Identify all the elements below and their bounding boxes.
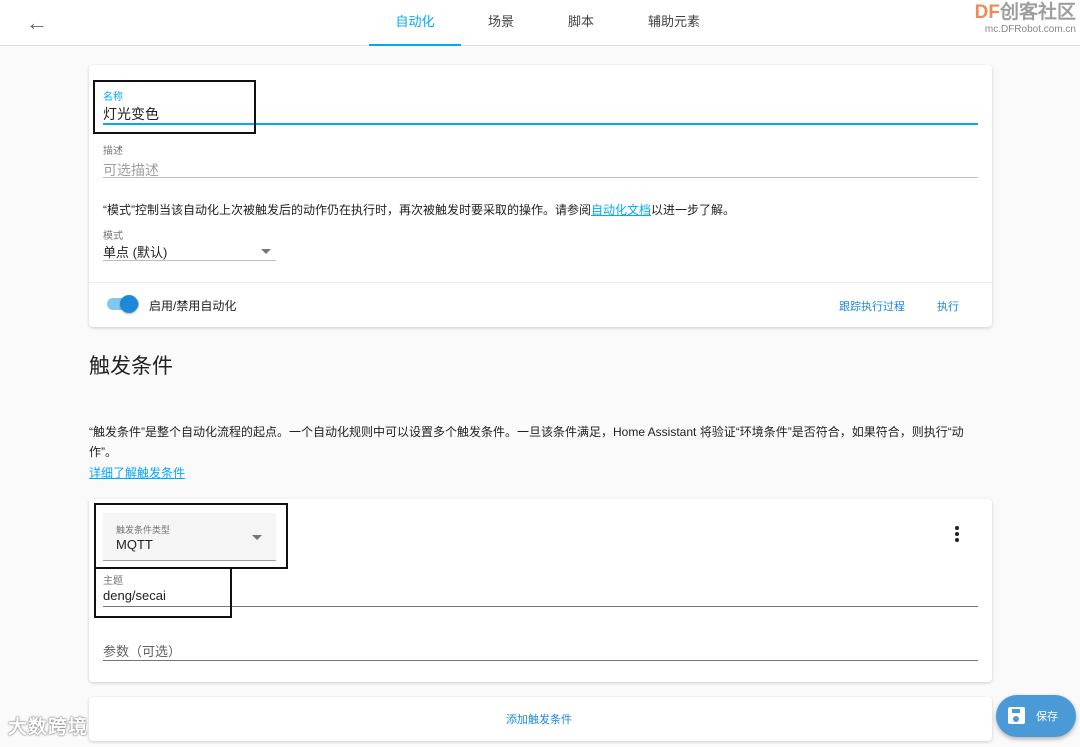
save-label: 保存: [1036, 711, 1058, 723]
add-trigger-card: 添加触发条件: [89, 697, 992, 741]
add-trigger-button[interactable]: 添加触发条件: [506, 711, 572, 727]
top-bar: ← 自动化 场景 脚本 辅助元素 DF创客社区 mc.DFRobot.com.c…: [0, 0, 1080, 46]
tab-scripts[interactable]: 脚本: [556, 0, 606, 46]
site-watermark: DF创客社区 mc.DFRobot.com.cn: [975, 2, 1076, 36]
highlight-box: [93, 80, 256, 134]
tab-helpers[interactable]: 辅助元素: [636, 0, 712, 46]
trace-button[interactable]: 跟踪执行过程: [839, 298, 905, 314]
tab-scenes[interactable]: 场景: [475, 0, 527, 46]
toggle-knob: [120, 295, 138, 313]
learn-more-link[interactable]: 详细了解触发条件: [89, 464, 185, 481]
triggers-description-line1: “触发条件”是整个自动化流程的起点。一个自动化规则中可以设置多个触发条件。一旦该…: [89, 425, 964, 439]
topic-underline: [103, 606, 978, 607]
triggers-description-line2: 作”。: [89, 445, 117, 459]
description-underline: [103, 177, 978, 178]
bottom-watermark: 大数跨境: [8, 717, 89, 738]
mode-label: 模式: [103, 231, 123, 242]
payload-input[interactable]: 参数（可选）: [103, 641, 181, 660]
automation-docs-link[interactable]: 自动化文档: [591, 203, 651, 217]
chevron-down-icon: [261, 249, 271, 254]
trigger-card: 触发条件类型 MQTT 主题 deng/secai 参数（可选）: [89, 499, 992, 682]
card-divider: [89, 282, 992, 283]
enable-label: 启用/禁用自动化: [149, 299, 237, 313]
highlight-box: [94, 503, 288, 569]
triggers-heading: 触发条件: [89, 355, 173, 378]
run-button[interactable]: 执行: [937, 298, 959, 314]
automation-settings-card: 名称 灯光变色 描述 可选描述 “模式”控制当该自动化上次被触发后的动作仍在执行…: [89, 65, 992, 327]
watermark-name: 创客社区: [999, 2, 1076, 23]
description-label: 描述: [103, 146, 123, 157]
more-vertical-icon[interactable]: [950, 525, 964, 543]
mode-help-text: “模式”控制当该自动化上次被触发后的动作仍在执行时，再次被触发时要采取的操作。请…: [103, 203, 736, 217]
payload-underline: [103, 660, 978, 661]
watermark-url: mc.DFRobot.com.cn: [984, 24, 1076, 35]
save-button[interactable]: 保存: [996, 695, 1076, 737]
tab-automation[interactable]: 自动化: [369, 0, 461, 46]
highlight-box: [94, 567, 232, 618]
mode-select[interactable]: 单点 (默认): [103, 242, 167, 261]
arrow-left-icon[interactable]: ←: [24, 10, 50, 36]
save-icon: [1008, 707, 1025, 724]
watermark-prefix: DF: [974, 2, 1000, 23]
mode-underline: [103, 260, 276, 261]
